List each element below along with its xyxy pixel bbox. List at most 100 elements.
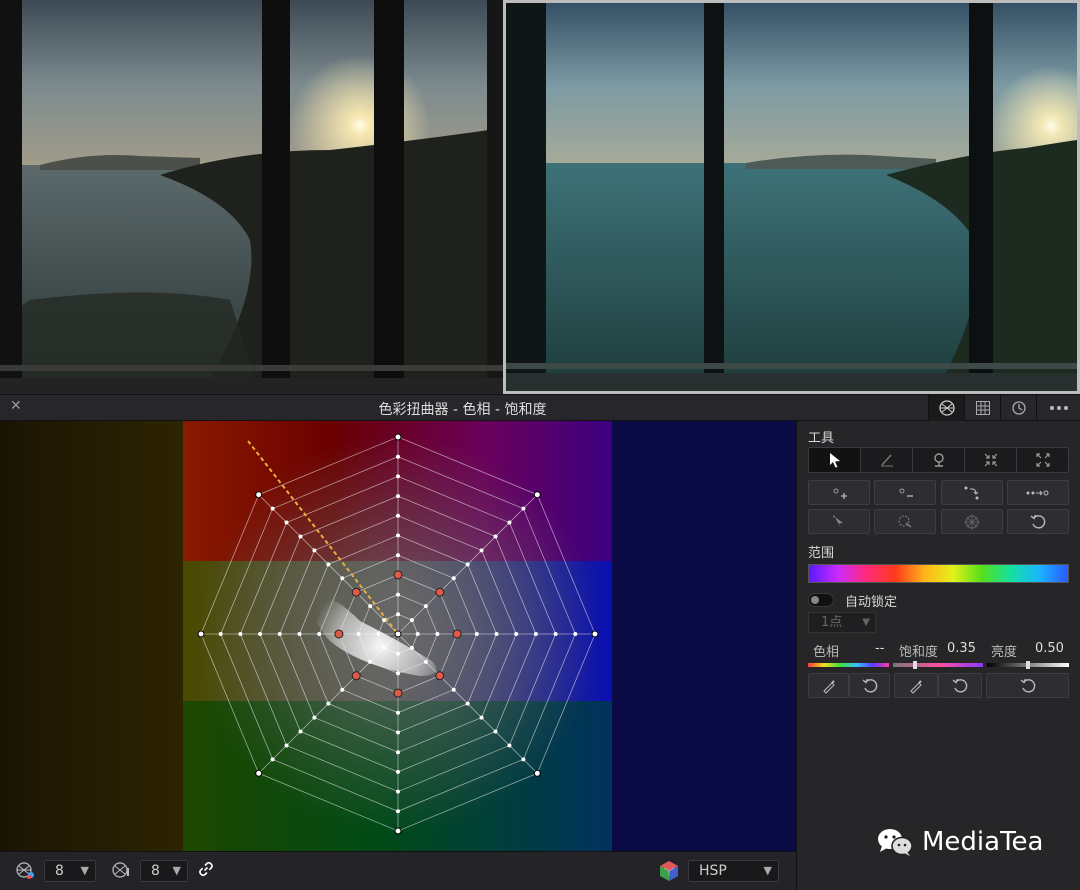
reset-icon[interactable] — [1007, 509, 1069, 534]
control-point[interactable] — [521, 757, 526, 762]
remove-point-icon[interactable] — [874, 480, 936, 505]
control-point[interactable] — [423, 604, 428, 609]
selected-control-point[interactable] — [351, 671, 361, 681]
control-point[interactable] — [494, 632, 499, 636]
control-point[interactable] — [298, 729, 303, 734]
control-point[interactable] — [396, 789, 400, 794]
control-point[interactable] — [474, 632, 479, 636]
control-point[interactable] — [284, 743, 289, 748]
control-point[interactable] — [396, 533, 400, 538]
center-control-point[interactable] — [394, 630, 402, 638]
control-point[interactable] — [368, 604, 373, 609]
saturation-picker-button[interactable] — [894, 673, 938, 698]
outer-control-point[interactable] — [255, 769, 263, 777]
control-point[interactable] — [368, 659, 373, 664]
more-options-icon[interactable] — [1036, 395, 1080, 421]
control-point[interactable] — [396, 592, 400, 597]
luminance-slider-thumb[interactable] — [1026, 661, 1030, 669]
auto-lock-toggle[interactable] — [808, 593, 834, 607]
hue-range-bar[interactable] — [808, 564, 1069, 583]
control-point[interactable] — [382, 618, 387, 623]
control-point[interactable] — [396, 553, 400, 558]
control-point[interactable] — [451, 687, 456, 692]
outer-control-point[interactable] — [255, 491, 263, 499]
brush-icon[interactable] — [860, 448, 912, 472]
control-point[interactable] — [238, 632, 243, 636]
color-warper-icon[interactable] — [928, 395, 964, 421]
outer-control-point[interactable] — [197, 630, 205, 638]
control-point[interactable] — [396, 769, 400, 774]
collapse-icon[interactable] — [964, 448, 1016, 472]
color-space-select[interactable]: HSP ▼ — [688, 860, 779, 882]
control-point[interactable] — [514, 632, 519, 636]
center-icon[interactable] — [941, 509, 1003, 534]
grid-icon[interactable] — [964, 395, 1000, 421]
warper-canvas[interactable] — [0, 421, 796, 851]
outer-control-point[interactable] — [394, 433, 402, 441]
control-point[interactable] — [493, 729, 498, 734]
hue-slider[interactable] — [808, 663, 889, 667]
selected-control-point[interactable] — [435, 671, 445, 681]
control-point[interactable] — [270, 506, 275, 511]
control-point[interactable] — [382, 645, 387, 650]
control-point[interactable] — [573, 632, 578, 636]
pointer-icon[interactable] — [809, 448, 860, 472]
control-point[interactable] — [340, 687, 345, 692]
selected-control-point[interactable] — [351, 587, 361, 597]
control-point[interactable] — [317, 632, 322, 636]
select-icon[interactable] — [808, 509, 870, 534]
control-point[interactable] — [270, 757, 275, 762]
control-point[interactable] — [298, 534, 303, 539]
control-point[interactable] — [312, 715, 317, 720]
control-point[interactable] — [465, 562, 470, 567]
control-point[interactable] — [326, 701, 331, 706]
control-point[interactable] — [396, 710, 400, 715]
control-point[interactable] — [356, 632, 361, 636]
luminance-slider[interactable] — [987, 661, 1069, 669]
control-point[interactable] — [409, 618, 414, 623]
control-point[interactable] — [396, 612, 400, 617]
control-point[interactable] — [521, 506, 526, 511]
expand-icon[interactable] — [1016, 448, 1068, 472]
control-point[interactable] — [258, 632, 263, 636]
lasso-icon[interactable] — [874, 509, 936, 534]
control-point[interactable] — [451, 576, 456, 581]
history-icon[interactable] — [1000, 395, 1036, 421]
selected-control-point[interactable] — [334, 629, 344, 639]
hue-points-select[interactable]: 8 ▼ — [44, 860, 96, 882]
point-count-select[interactable]: 1点 ▼ — [808, 612, 876, 633]
control-point[interactable] — [376, 632, 381, 636]
selected-control-point[interactable] — [393, 570, 403, 580]
outer-control-point[interactable] — [394, 827, 402, 835]
control-point[interactable] — [553, 632, 558, 636]
control-point[interactable] — [435, 632, 440, 636]
outer-control-point[interactable] — [533, 769, 541, 777]
control-point[interactable] — [340, 576, 345, 581]
control-point[interactable] — [396, 730, 400, 735]
control-point[interactable] — [218, 632, 223, 636]
control-point[interactable] — [409, 645, 414, 650]
control-point[interactable] — [479, 715, 484, 720]
selected-control-point[interactable] — [435, 587, 445, 597]
control-point[interactable] — [396, 651, 400, 656]
saturation-slider[interactable] — [893, 661, 983, 669]
selected-control-point[interactable] — [452, 629, 462, 639]
control-point[interactable] — [396, 513, 400, 518]
control-point[interactable] — [284, 520, 289, 525]
control-point[interactable] — [423, 659, 428, 664]
control-point[interactable] — [533, 632, 538, 636]
hue-picker-button[interactable] — [808, 673, 849, 698]
control-point[interactable] — [396, 474, 400, 479]
outer-control-point[interactable] — [591, 630, 599, 638]
control-point[interactable] — [277, 632, 282, 636]
saturation-slider-thumb[interactable] — [913, 661, 917, 669]
pin-icon[interactable] — [912, 448, 964, 472]
control-point[interactable] — [396, 809, 400, 814]
outer-control-point[interactable] — [533, 491, 541, 499]
control-point[interactable] — [415, 632, 420, 636]
control-point[interactable] — [326, 562, 331, 567]
link-points-icon[interactable] — [1007, 480, 1069, 505]
control-point[interactable] — [507, 743, 512, 748]
control-point[interactable] — [493, 534, 498, 539]
control-point[interactable] — [479, 548, 484, 553]
